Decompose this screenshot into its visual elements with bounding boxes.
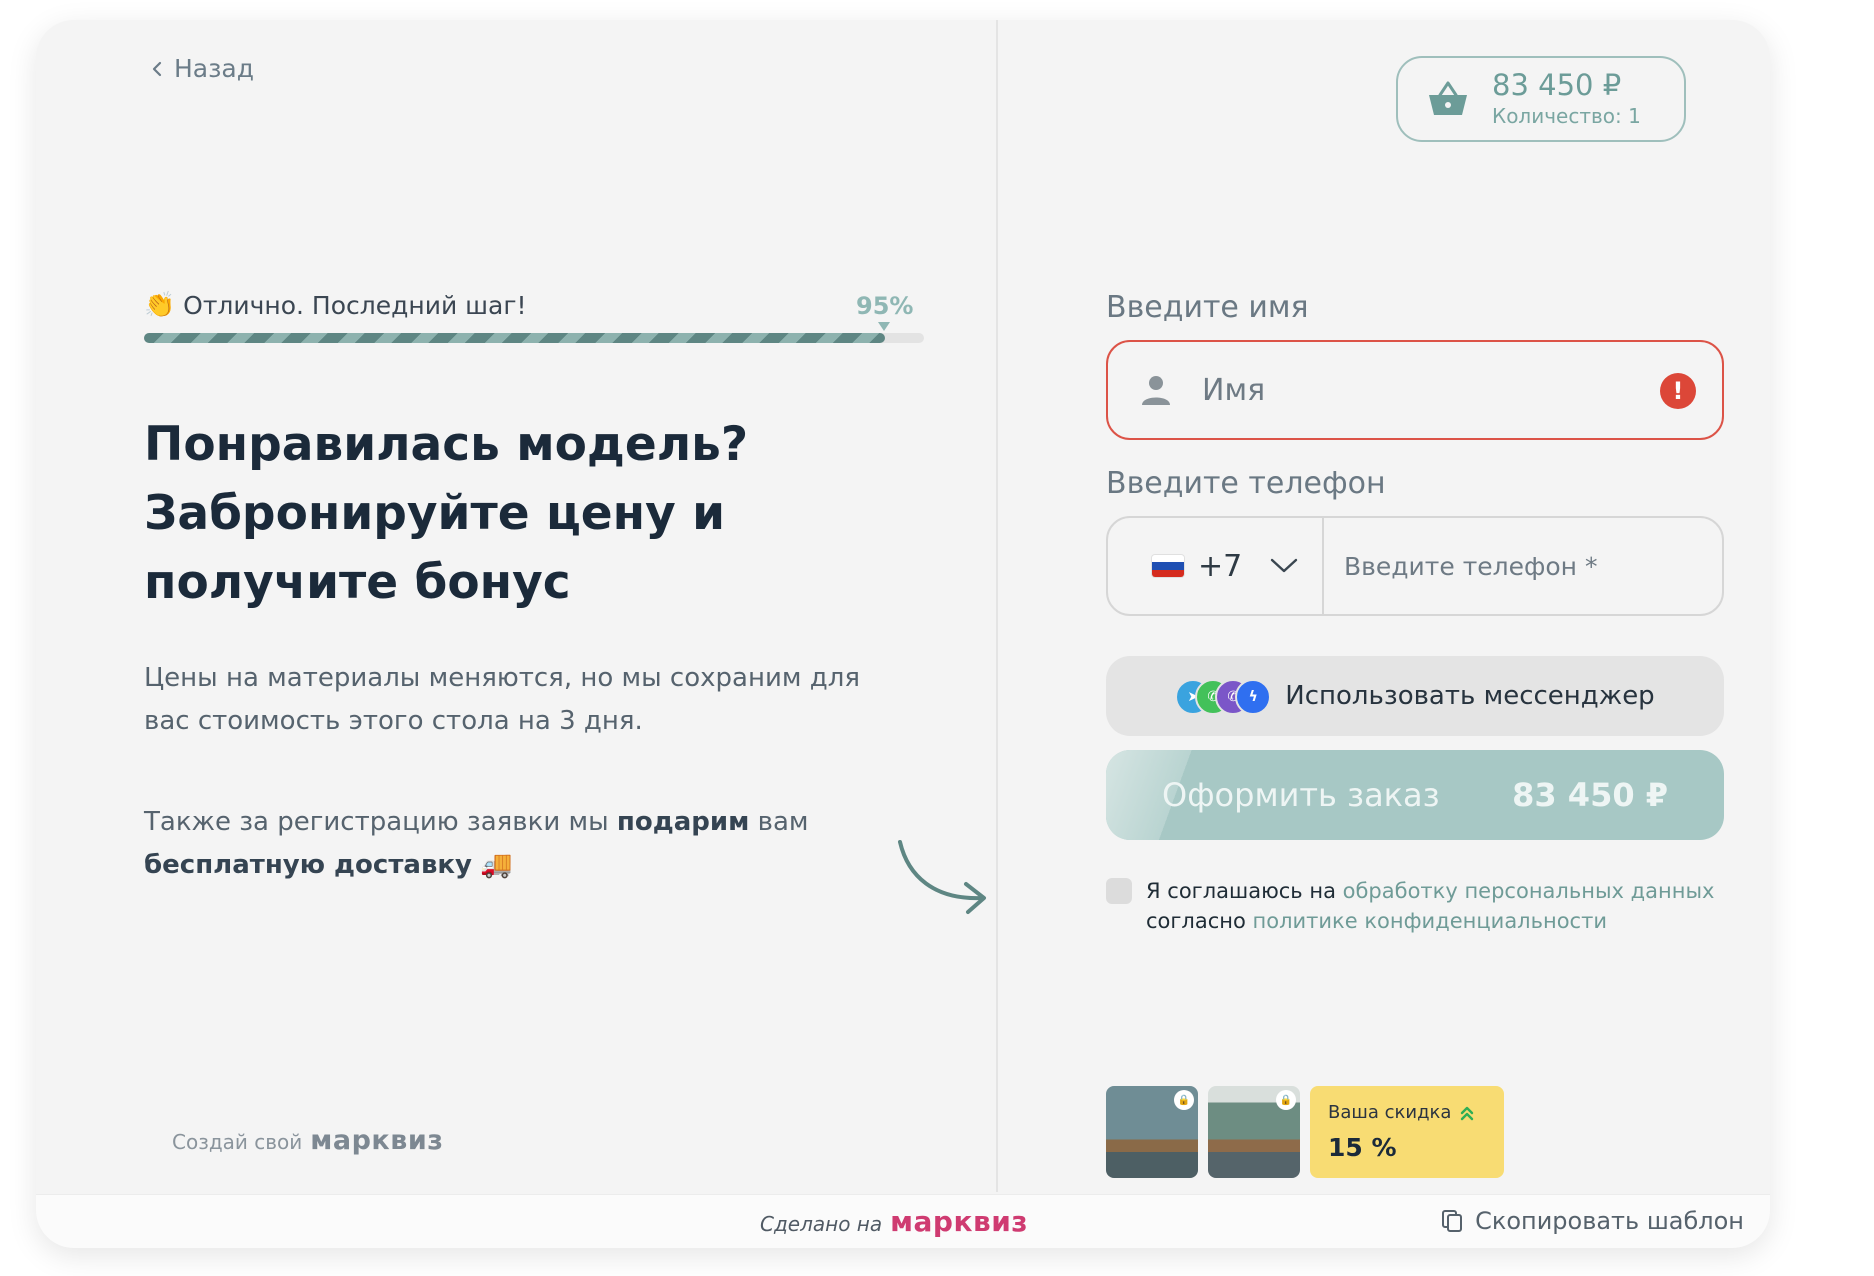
messenger-label: Использовать мессенджер: [1285, 681, 1655, 711]
progress-label: 👏 Отлично. Последний шаг!: [144, 290, 527, 320]
phone-input[interactable]: Введите телефон *: [1344, 552, 1722, 581]
consent-text-2: согласно: [1146, 909, 1253, 933]
footer-logo: марквиз: [890, 1205, 1029, 1238]
footer-bar: Сделано на марквиз Скопировать шаблон: [36, 1194, 1770, 1248]
page-title: Понравилась модель? Забронируйте цену и …: [144, 417, 749, 610]
lock-icon: 🔒: [1276, 1090, 1296, 1110]
cart-summary: 83 450 ₽ Количество: 1: [1492, 68, 1641, 130]
russia-flag-icon: [1152, 555, 1184, 577]
phone-label: Введите телефон: [1106, 466, 1386, 501]
order-label: Оформить заказ: [1162, 776, 1440, 814]
progress-percent: 95%: [856, 292, 914, 320]
personal-data-link[interactable]: обработку персональных данных: [1343, 879, 1715, 903]
messenger-icon: ϟ: [1235, 679, 1272, 715]
name-input[interactable]: Имя !: [1106, 340, 1724, 440]
progress-marker: [878, 322, 890, 331]
consent-row: Я соглашаюсь на обработку персональных д…: [1106, 876, 1726, 936]
curved-arrow-icon: [898, 840, 986, 914]
consent-text-1: Я соглашаюсь на: [1146, 879, 1343, 903]
place-order-button[interactable]: Оформить заказ 83 450 ₽: [1106, 750, 1724, 840]
bonus-bold-1: подарим: [616, 807, 750, 837]
bonus-thumbnail[interactable]: 🔒: [1208, 1086, 1300, 1178]
use-messenger-button[interactable]: ➤ ✆ ✆ ϟ Использовать мессенджер: [1106, 656, 1724, 736]
clap-emoji: 👏: [144, 290, 176, 319]
discount-badge: Ваша скидка 15 %: [1310, 1086, 1504, 1178]
panel-divider: [996, 20, 998, 1192]
bonus-bold-2: бесплатную доставку: [144, 850, 472, 880]
create-own-prefix: Создай свой: [172, 1130, 303, 1154]
privacy-policy-link[interactable]: политике конфиденциальности: [1253, 909, 1607, 933]
person-icon: [1142, 376, 1170, 405]
back-label: Назад: [174, 54, 255, 83]
bonus-paragraph: Также за регистрацию заявки мы подарим в…: [144, 801, 904, 887]
consent-checkbox[interactable]: [1106, 878, 1132, 904]
lock-icon: 🔒: [1174, 1090, 1194, 1110]
discount-label: Ваша скидка: [1328, 1102, 1452, 1123]
copy-template-label: Скопировать шаблон: [1475, 1207, 1744, 1235]
country-code: +7: [1198, 548, 1243, 584]
quiz-card: Назад 👏 Отлично. Последний шаг! 95% Понр…: [36, 20, 1770, 1248]
basket-icon: [1429, 81, 1467, 115]
messenger-icons: ➤ ✆ ✆ ϟ: [1175, 679, 1272, 715]
progress-text: Отлично. Последний шаг!: [183, 290, 527, 320]
name-placeholder: Имя: [1202, 372, 1266, 408]
progress-bar: [144, 333, 924, 343]
cart-price: 83 450 ₽: [1492, 68, 1622, 102]
discount-label-row: Ваша скидка: [1328, 1102, 1486, 1123]
back-link[interactable]: Назад: [150, 54, 254, 83]
chevron-down-icon: [1271, 558, 1298, 573]
chevron-left-icon: [152, 61, 162, 76]
copy-template-button[interactable]: Скопировать шаблон: [1441, 1207, 1744, 1235]
marquiz-logo: марквиз: [310, 1125, 444, 1156]
bonus-row: 🔒 🔒 Ваша скидка 15 %: [1106, 1086, 1504, 1178]
bonus-text-1: Также за регистрацию заявки мы: [144, 807, 617, 837]
double-chevron-up-icon: [1461, 1106, 1474, 1120]
phone-field: +7 Введите телефон *: [1106, 516, 1724, 616]
copy-icon: [1442, 1210, 1463, 1232]
description-paragraph: Цены на материалы меняются, но мы сохран…: [144, 663, 860, 736]
cart-quantity: Количество: 1: [1492, 104, 1641, 128]
discount-value: 15 %: [1328, 1133, 1397, 1162]
country-code-select[interactable]: +7: [1108, 518, 1324, 614]
name-label: Введите имя: [1106, 290, 1309, 325]
consent-text: Я соглашаюсь на обработку персональных д…: [1146, 876, 1726, 936]
order-price: 83 450 ₽: [1512, 776, 1668, 814]
cart-button[interactable]: 83 450 ₽ Количество: 1: [1396, 56, 1686, 142]
bonus-thumbnail[interactable]: 🔒: [1106, 1086, 1198, 1178]
create-own-link[interactable]: Создай свой марквиз: [172, 1125, 443, 1156]
progress-fill: [144, 333, 885, 343]
bonus-text-2: вам: [749, 807, 809, 837]
error-icon: !: [1660, 373, 1696, 409]
made-with-prefix: Сделано на: [760, 1212, 883, 1236]
truck-emoji: 🚚: [480, 850, 513, 880]
made-with-link[interactable]: Сделано на марквиз: [760, 1205, 1028, 1238]
